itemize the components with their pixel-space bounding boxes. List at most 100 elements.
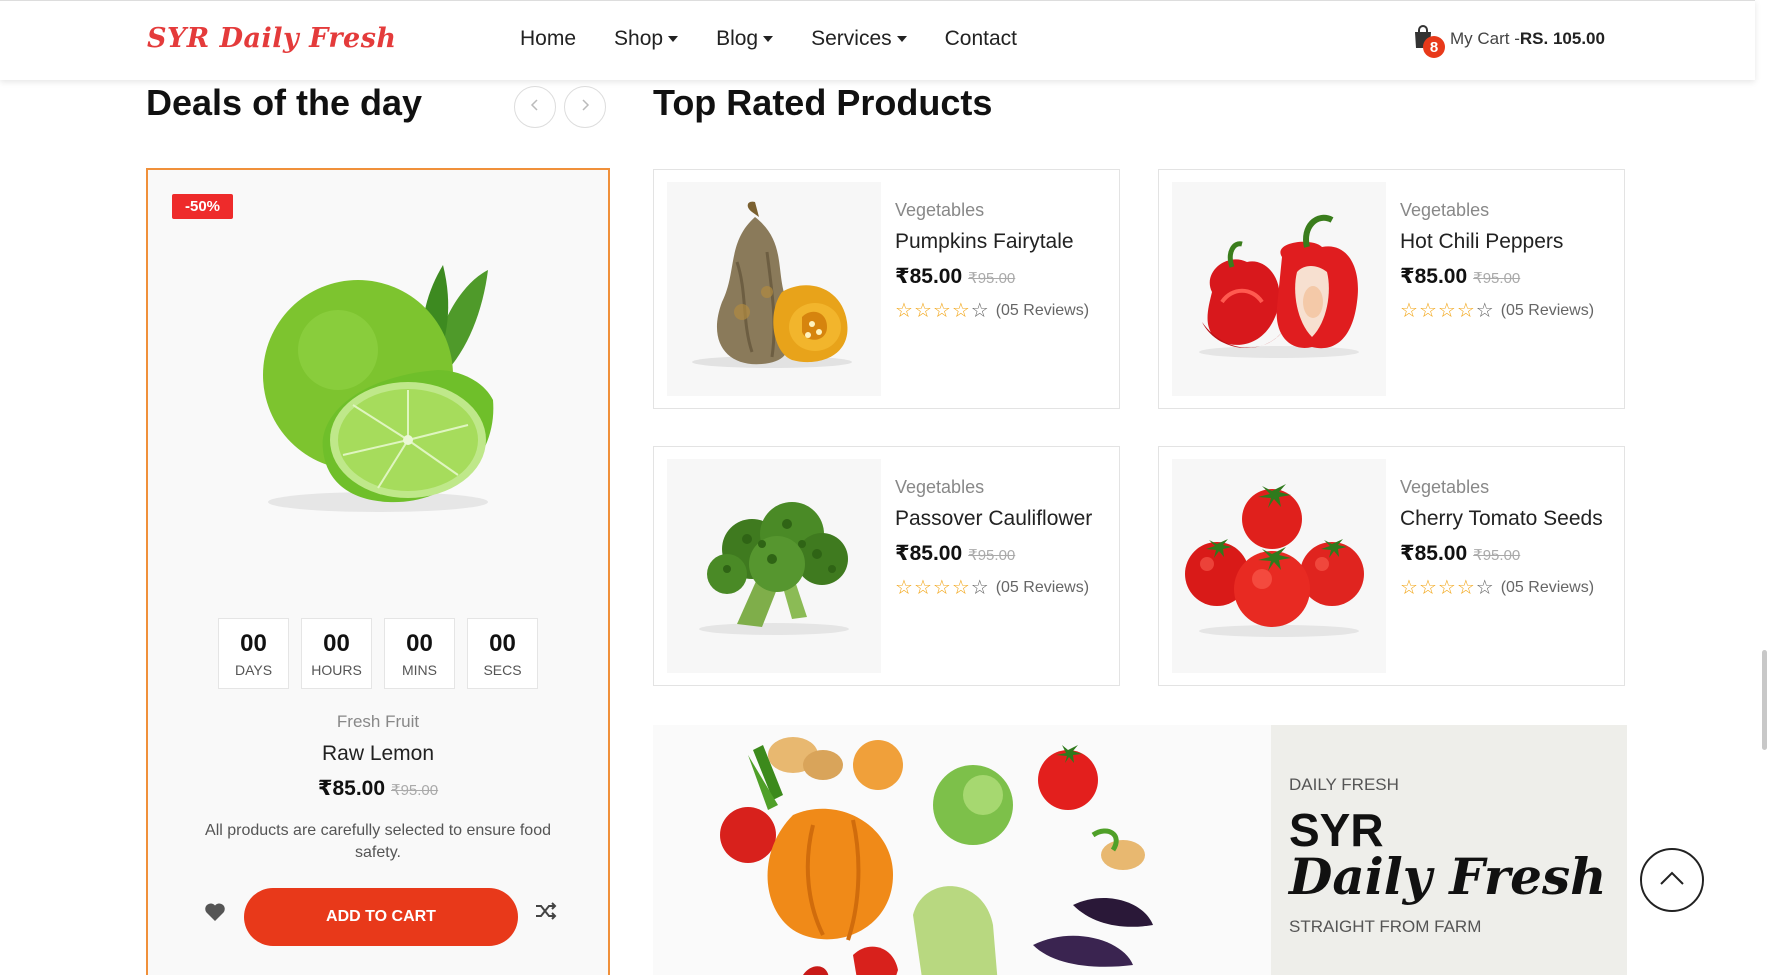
shopping-bag-icon: 8 <box>1412 25 1445 58</box>
current-price: ₹85.00 <box>895 265 963 288</box>
product-name[interactable]: Hot Chili Peppers <box>1400 230 1563 254</box>
banner-subtitle: STRAIGHT FROM FARM <box>1289 917 1482 936</box>
product-price: ₹85.00 ₹95.00 <box>1400 541 1520 566</box>
countdown-days: 00 DAYS <box>218 618 289 689</box>
mini-cart[interactable]: 8 My Cart - RS. 105.00 <box>1412 25 1605 58</box>
product-name[interactable]: Passover Cauliflower <box>895 507 1092 531</box>
deals-prev-button[interactable] <box>514 86 556 128</box>
current-price: ₹85.00 <box>1400 265 1468 288</box>
product-category[interactable]: Vegetables <box>895 477 984 498</box>
caret-down-icon <box>668 36 679 42</box>
nav-label: Blog <box>716 27 759 50</box>
countdown-secs: 00 SECS <box>467 618 538 689</box>
product-rating: ☆ ☆ ☆ ☆ ☆ (05 Reviews) <box>1400 578 1594 598</box>
promo-banner[interactable]: DAILY FRESH SYR Daily Fresh STRAIGHT FRO… <box>653 725 1627 975</box>
scroll-to-top-button[interactable] <box>1640 848 1704 912</box>
countdown-mins: 00 MINS <box>384 618 455 689</box>
tomato-image[interactable] <box>1172 459 1386 673</box>
star-outline-icon: ☆ <box>913 300 932 322</box>
product-rating: ☆ ☆ ☆ ☆ ☆ (05 Reviews) <box>1400 301 1594 321</box>
deals-next-button[interactable] <box>564 86 606 128</box>
star-outline-icon: ☆ <box>1437 300 1456 322</box>
nav-blog[interactable]: Blog <box>716 27 774 51</box>
star-outline-icon: ☆ <box>932 300 951 322</box>
shuffle-icon[interactable] <box>534 900 558 927</box>
nav-shop[interactable]: Shop <box>614 27 679 51</box>
deal-price: ₹85.00 ₹95.00 <box>148 776 608 801</box>
review-count: (05 Reviews) <box>1500 302 1595 319</box>
star-outline-icon: ☆ <box>895 577 913 599</box>
cart-label: My Cart - <box>1450 29 1520 48</box>
star-outline-icon: ☆ <box>1475 300 1494 322</box>
star-outline-icon: ☆ <box>970 577 989 599</box>
old-price: ₹95.00 <box>1473 547 1521 564</box>
product-name[interactable]: Pumpkins Fairytale <box>895 230 1074 254</box>
countdown-value: 00 <box>489 629 516 657</box>
product-name[interactable]: Cherry Tomato Seeds <box>1400 507 1603 531</box>
top-rated-title: Top Rated Products <box>653 82 993 123</box>
product-category[interactable]: Vegetables <box>1400 477 1489 498</box>
nav-label: Shop <box>614 27 664 50</box>
old-price: ₹95.00 <box>968 270 1016 287</box>
lime-image[interactable] <box>228 240 528 540</box>
product-price: ₹85.00 ₹95.00 <box>895 541 1015 566</box>
cart-count-badge: 8 <box>1423 36 1445 58</box>
star-outline-icon: ☆ <box>1400 300 1418 322</box>
heart-icon[interactable] <box>204 902 226 927</box>
countdown-value: 00 <box>406 629 433 657</box>
nav-contact[interactable]: Contact <box>945 27 1017 51</box>
product-rating: ☆ ☆ ☆ ☆ ☆ (05 Reviews) <box>895 301 1089 321</box>
current-price: ₹85.00 <box>317 777 386 800</box>
nav-label: Home <box>520 27 577 50</box>
product-price: ₹85.00 ₹95.00 <box>895 264 1015 289</box>
countdown-label: MINS <box>402 661 437 678</box>
deal-product-name[interactable]: Raw Lemon <box>148 742 608 766</box>
nav-label: Services <box>811 27 892 50</box>
page-scrollbar[interactable] <box>1755 0 1773 975</box>
old-price: ₹95.00 <box>391 782 439 799</box>
star-outline-icon: ☆ <box>1400 577 1418 599</box>
star-outline-icon: ☆ <box>1475 577 1494 599</box>
product-card[interactable]: Vegetables Cherry Tomato Seeds ₹85.00 ₹95… <box>1158 446 1625 686</box>
site-logo[interactable]: SYR Daily Fresh <box>147 23 397 54</box>
star-outline-icon: ☆ <box>1437 577 1456 599</box>
old-price: ₹95.00 <box>1473 270 1521 287</box>
broccoli-image[interactable] <box>667 459 881 673</box>
deal-description: All products are carefully selected to e… <box>205 822 551 861</box>
countdown-value: 00 <box>240 629 267 657</box>
current-price: ₹85.00 <box>895 542 963 565</box>
review-count: (05 Reviews) <box>995 302 1090 319</box>
product-card[interactable]: Vegetables Hot Chili Peppers ₹85.00 ₹95.0… <box>1158 169 1625 409</box>
star-outline-icon: ☆ <box>951 300 970 322</box>
star-outline-icon: ☆ <box>913 577 932 599</box>
banner-title-script: Daily Fresh <box>1289 847 1607 906</box>
caret-down-icon <box>896 36 907 42</box>
add-to-cart-button[interactable]: ADD TO CART <box>244 888 518 946</box>
main-nav: Home Shop Blog Services Contact <box>520 27 1055 51</box>
discount-badge: -50% <box>172 194 234 219</box>
nav-home[interactable]: Home <box>520 27 576 51</box>
star-outline-icon: ☆ <box>970 300 989 322</box>
product-card[interactable]: Vegetables Pumpkins Fairytale ₹85.00 ₹95.… <box>653 169 1120 409</box>
pumpkin-image[interactable] <box>667 182 881 396</box>
star-outline-icon: ☆ <box>1456 300 1475 322</box>
star-outline-icon: ☆ <box>951 577 970 599</box>
product-price: ₹85.00 ₹95.00 <box>1400 264 1520 289</box>
current-price: ₹85.00 <box>1400 542 1468 565</box>
countdown-label: DAYS <box>234 661 273 678</box>
scrollbar-thumb[interactable] <box>1762 650 1767 750</box>
product-rating: ☆ ☆ ☆ ☆ ☆ (05 Reviews) <box>895 578 1089 598</box>
countdown-hours: 00 HOURS <box>301 618 372 689</box>
pepper-image[interactable] <box>1172 182 1386 396</box>
caret-down-icon <box>763 36 774 42</box>
cart-total: RS. 105.00 <box>1519 29 1605 48</box>
star-outline-icon: ☆ <box>1418 300 1437 322</box>
vegetables-image <box>653 725 1271 975</box>
product-category[interactable]: Vegetables <box>895 200 984 221</box>
chevron-right-icon <box>579 98 591 117</box>
deal-category[interactable]: Fresh Fruit <box>148 712 608 732</box>
product-card[interactable]: Vegetables Passover Cauliflower ₹85.00 ₹9… <box>653 446 1120 686</box>
banner-tag: DAILY FRESH <box>1289 775 1399 794</box>
product-category[interactable]: Vegetables <box>1400 200 1489 221</box>
nav-services[interactable]: Services <box>811 27 907 51</box>
